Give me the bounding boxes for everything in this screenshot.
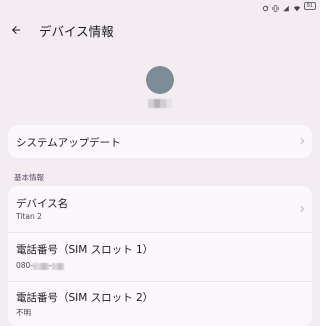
arrow-back-icon [12,26,20,34]
system-update-card: システムアップデート [8,125,312,158]
phone-slot2-label: 電話番号（SIM スロット 2） [16,292,154,304]
basic-info-card: デバイス名 Titan 2 電話番号（SIM スロット 1） 080- - 電話番… [8,186,312,326]
phone-redacted-part2 [51,262,64,270]
phone-number-slot1-item[interactable]: 電話番号（SIM スロット 1） 080- - [8,233,312,281]
phone-slot1-value: 080- - [16,261,64,270]
phone-slot1-prefix: 080- [16,261,34,270]
device-name-label: デバイス名 [16,198,69,210]
device-name-item[interactable]: デバイス名 Titan 2 [8,186,312,232]
status-icons: 91 [262,2,316,12]
phone-redacted-part1 [33,262,50,270]
phone-slot2-value: 不明 [16,308,31,317]
system-update-item[interactable]: システムアップデート [8,125,312,158]
chevron-right-icon [300,205,305,213]
battery-icon: 91 [303,2,316,10]
back-button[interactable] [4,18,28,42]
device-name-value: Titan 2 [16,212,42,221]
chevron-right-icon [300,137,305,145]
phone-slot1-label: 電話番号（SIM スロット 1） [16,244,154,256]
section-label-basic-info: 基本情報 [14,173,44,182]
status-bar: 91 [0,0,320,12]
device-name-redacted [148,99,172,108]
phone-number-slot2-item[interactable]: 電話番号（SIM スロット 2） 不明 [8,282,312,326]
page-title: デバイス情報 [39,23,114,39]
system-update-label: システムアップデート [16,137,121,149]
app-bar: デバイス情報 [0,12,320,48]
avatar [146,66,174,94]
